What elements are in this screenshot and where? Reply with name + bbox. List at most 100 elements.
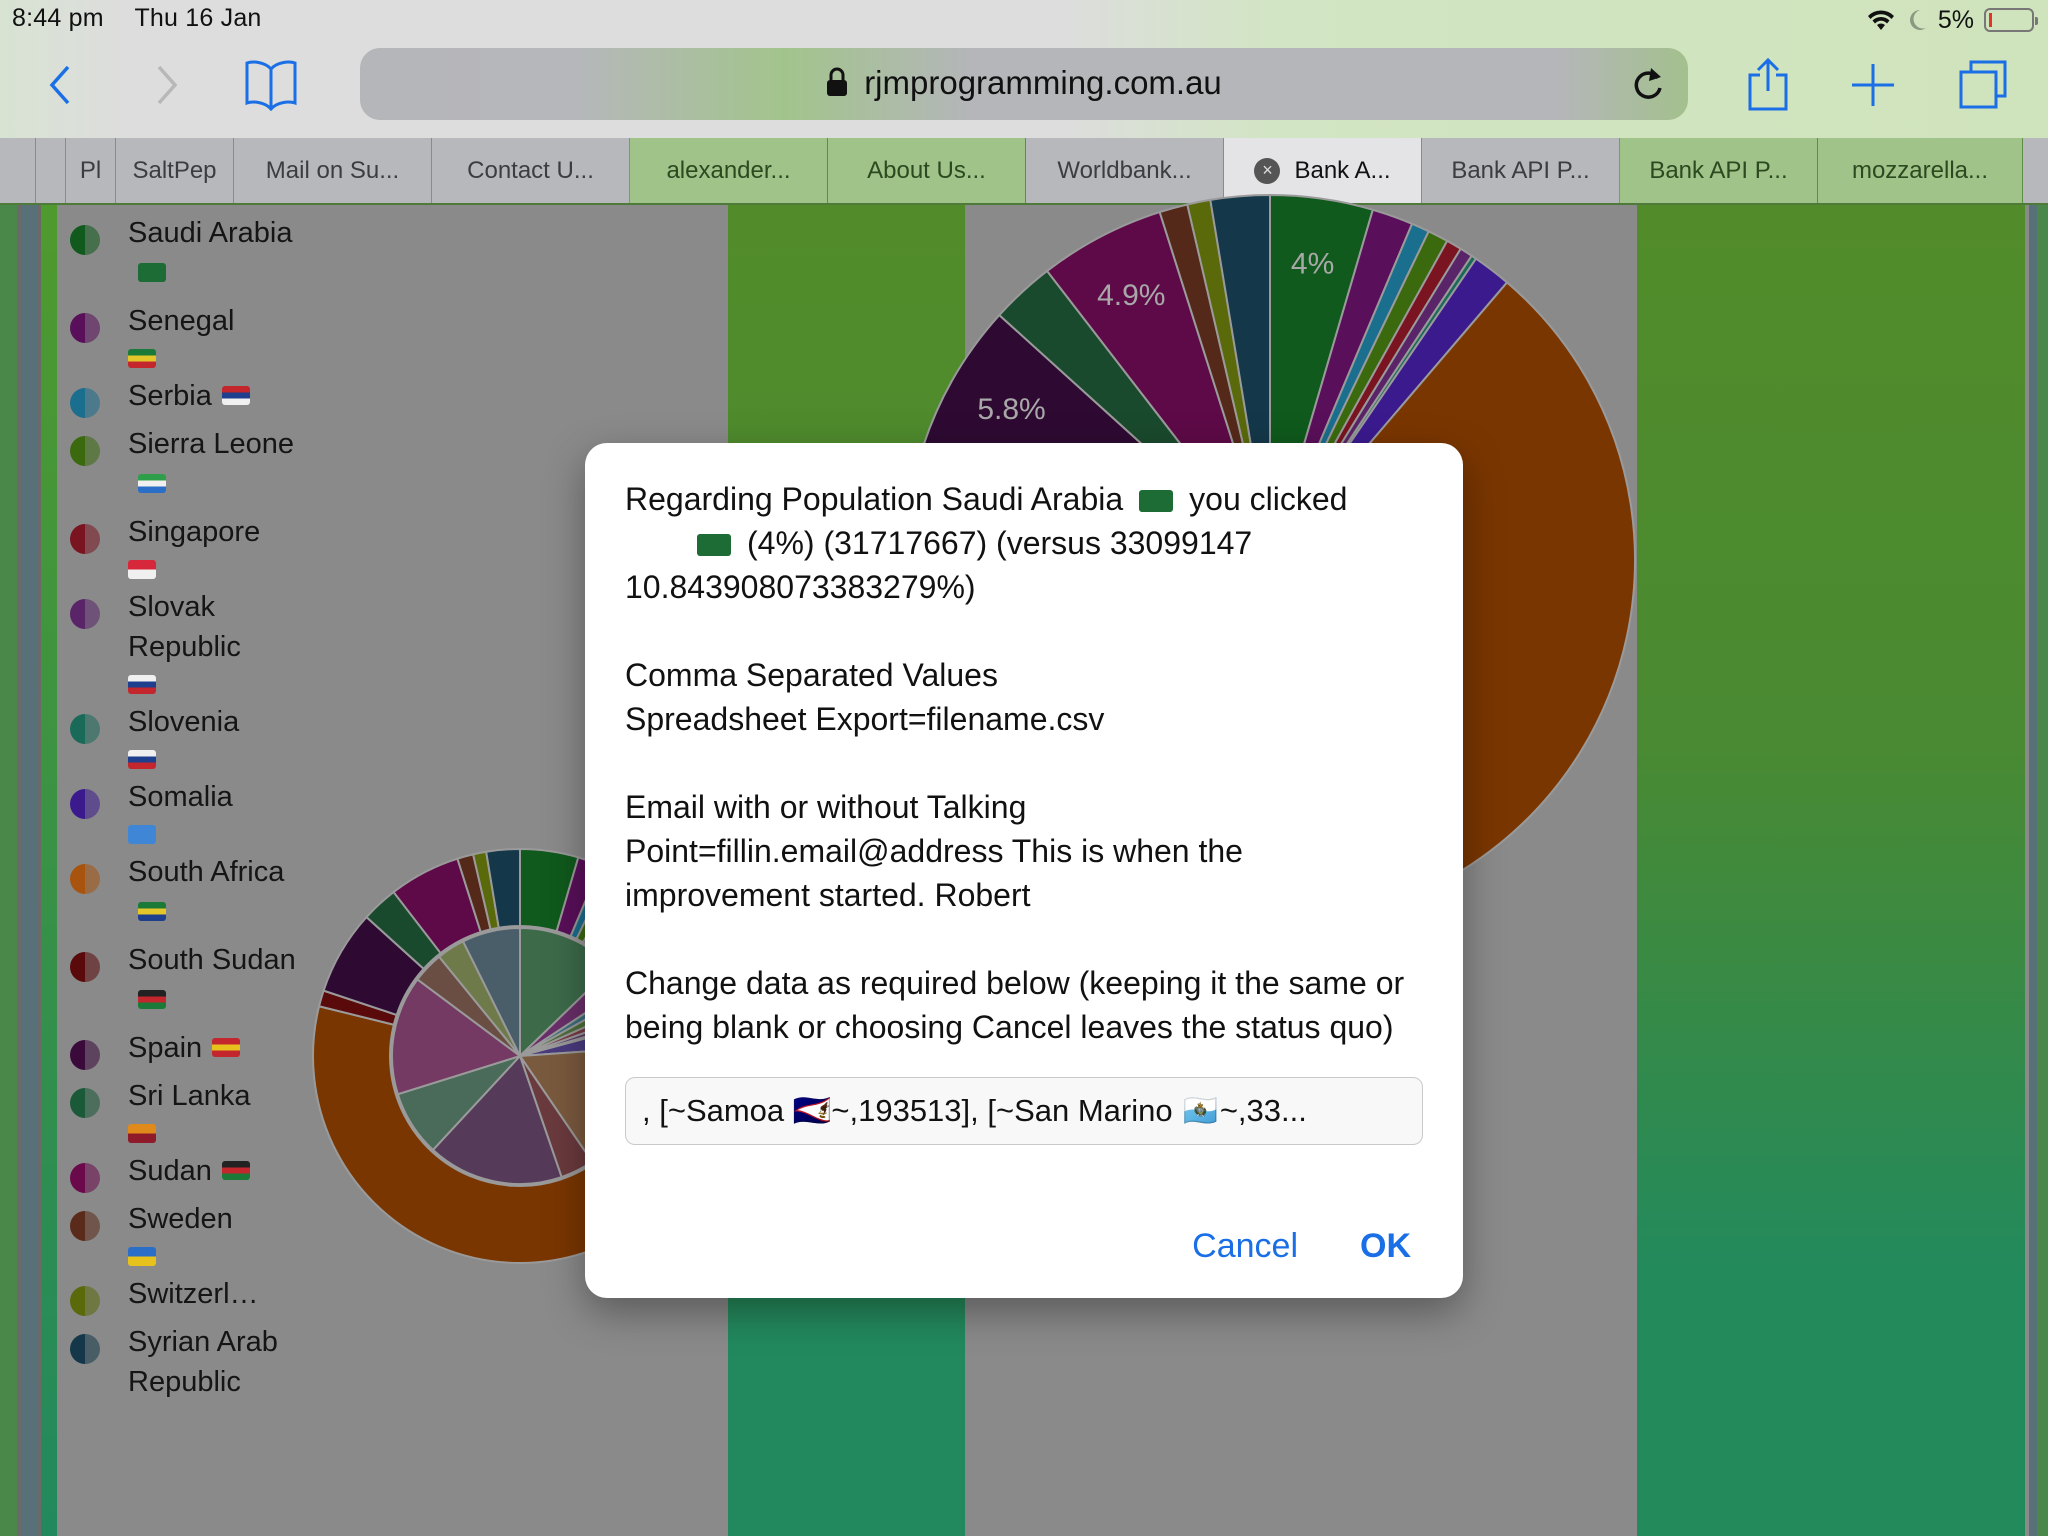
ok-button[interactable]: OK — [1360, 1227, 1411, 1266]
dialog-email-text: Email with or without Talking Point=fill… — [625, 789, 1243, 913]
dialog-actions: Cancel OK — [1192, 1227, 1411, 1266]
tab[interactable]: Mail on Su... — [234, 138, 432, 203]
address-bar[interactable]: rjmprogramming.com.au — [360, 48, 1688, 120]
legend-swatch — [70, 1088, 100, 1118]
url-display[interactable]: rjmprogramming.com.au — [360, 64, 1688, 102]
legend-swatch — [70, 714, 100, 744]
page-stripe — [2029, 205, 2037, 1536]
legend-item[interactable]: South Africa — [60, 852, 310, 932]
legend-item[interactable]: Switzerl… — [60, 1274, 310, 1316]
back-button[interactable] — [28, 52, 94, 118]
legend-label: Senegal — [128, 305, 235, 337]
share-button[interactable] — [1735, 52, 1801, 118]
tab[interactable]: SaltPep — [116, 138, 234, 203]
tab-label: alexander... — [666, 156, 791, 184]
legend-swatch — [70, 599, 100, 629]
legend-label: South Africa — [128, 856, 285, 888]
flag-icon — [138, 990, 166, 1009]
legend-item[interactable]: Senegal — [60, 301, 310, 368]
saudi-flag-icon — [697, 534, 731, 556]
legend-item[interactable]: Slovak Republic — [60, 587, 310, 694]
status-bar-right: 5% — [1866, 4, 2038, 36]
tab-label: SaltPep — [132, 156, 217, 184]
legend-item[interactable]: Sri Lanka — [60, 1076, 310, 1143]
legend-item[interactable]: South Sudan — [60, 940, 310, 1020]
page-stripe — [41, 205, 57, 1536]
dialog-instructions: Change data as required below (keeping i… — [625, 965, 1405, 1045]
tab[interactable]: alexander... — [630, 138, 828, 203]
forward-button[interactable] — [133, 52, 199, 118]
wifi-icon — [1867, 10, 1894, 30]
page-stripe — [0, 205, 17, 1536]
tab-label: Bank API P... — [1649, 156, 1788, 184]
url-text: rjmprogramming.com.au — [864, 64, 1222, 101]
legend-swatch — [70, 1040, 100, 1070]
flag-icon — [128, 1247, 156, 1266]
legend-item[interactable]: Serbia — [60, 376, 310, 418]
flag-icon — [128, 560, 156, 579]
legend-label: Serbia — [128, 380, 212, 412]
dialog-message-line1: Regarding Population Saudi Arabia you cli… — [625, 481, 1348, 605]
tab[interactable] — [6, 138, 36, 203]
chevron-left-icon — [49, 65, 70, 105]
tab-label: Contact U... — [467, 156, 594, 184]
reload-button[interactable] — [1622, 58, 1674, 110]
legend-label: Switzerl… — [128, 1278, 259, 1310]
flag-icon — [221, 1161, 250, 1180]
legend-label: Somalia — [128, 781, 233, 813]
legend-label: Slovak Republic — [128, 591, 241, 663]
flag-icon — [128, 675, 156, 694]
legend-item[interactable]: Sierra Leone — [60, 424, 310, 504]
legend-label: Sierra Leone — [128, 428, 295, 460]
legend-item[interactable]: Saudi Arabia — [60, 213, 310, 293]
tab[interactable]: mozzarella... — [1818, 138, 2023, 203]
legend-swatch — [70, 1286, 100, 1316]
pie-slice-label: 4% — [1291, 248, 1334, 281]
tab[interactable] — [36, 138, 66, 203]
flag-icon — [128, 349, 156, 368]
legend-item[interactable]: Singapore — [60, 512, 310, 579]
tab-label: Pl — [79, 156, 102, 184]
legend-label: South Sudan — [128, 944, 296, 976]
legend-item[interactable]: Sweden — [60, 1199, 310, 1266]
flag-icon — [128, 825, 156, 844]
legend-swatch — [70, 1211, 100, 1241]
flag-icon — [138, 263, 166, 282]
saudi-flag-icon — [1139, 490, 1174, 512]
reload-icon — [1634, 68, 1662, 99]
legend-swatch — [70, 1334, 100, 1364]
legend-item[interactable]: Slovenia — [60, 702, 310, 769]
flag-icon — [212, 1038, 241, 1057]
legend-label: Syrian Arab Republic — [128, 1326, 278, 1398]
tab[interactable]: Contact U... — [432, 138, 630, 203]
bookmarks-button[interactable] — [238, 52, 304, 118]
plus-icon — [1852, 64, 1894, 106]
legend-label: Singapore — [128, 516, 261, 548]
page-stripe — [21, 205, 37, 1536]
battery-icon — [1984, 8, 2038, 32]
legend-label: Sudan — [128, 1155, 212, 1187]
flag-icon — [128, 1124, 156, 1143]
legend-label: Spain — [128, 1032, 203, 1064]
cancel-button[interactable]: Cancel — [1192, 1227, 1298, 1266]
tab[interactable]: Pl — [66, 138, 116, 203]
tab-label: mozzarella... — [1851, 156, 1989, 184]
legend-swatch — [70, 388, 100, 418]
do-not-disturb-moon-icon — [1909, 10, 1926, 30]
prompt-input[interactable]: , [~Samoa 🇦🇸~,193513], [~San Marino 🇸🇲~,… — [625, 1077, 1423, 1145]
legend-swatch — [70, 436, 100, 466]
tabs-overview-button[interactable] — [1950, 52, 2016, 118]
flag-icon — [138, 902, 166, 921]
legend-swatch — [70, 789, 100, 819]
page-stripe — [2037, 205, 2048, 1536]
browser-chrome: 8:44 pm Thu 16 Jan 5% rjmprogramming.com… — [0, 0, 2048, 205]
legend-swatch — [70, 313, 100, 343]
new-tab-button[interactable] — [1840, 52, 1906, 118]
dialog-csv-text: Comma Separated Values Spreadsheet Expor… — [625, 657, 1105, 737]
legend-item[interactable]: Somalia — [60, 777, 310, 844]
legend-swatch — [70, 225, 100, 255]
legend-item[interactable]: Sudan — [60, 1151, 310, 1193]
legend-item[interactable]: Syrian Arab Republic — [60, 1322, 310, 1402]
legend-label: Sri Lanka — [128, 1080, 251, 1112]
legend-item[interactable]: Spain — [60, 1028, 310, 1070]
